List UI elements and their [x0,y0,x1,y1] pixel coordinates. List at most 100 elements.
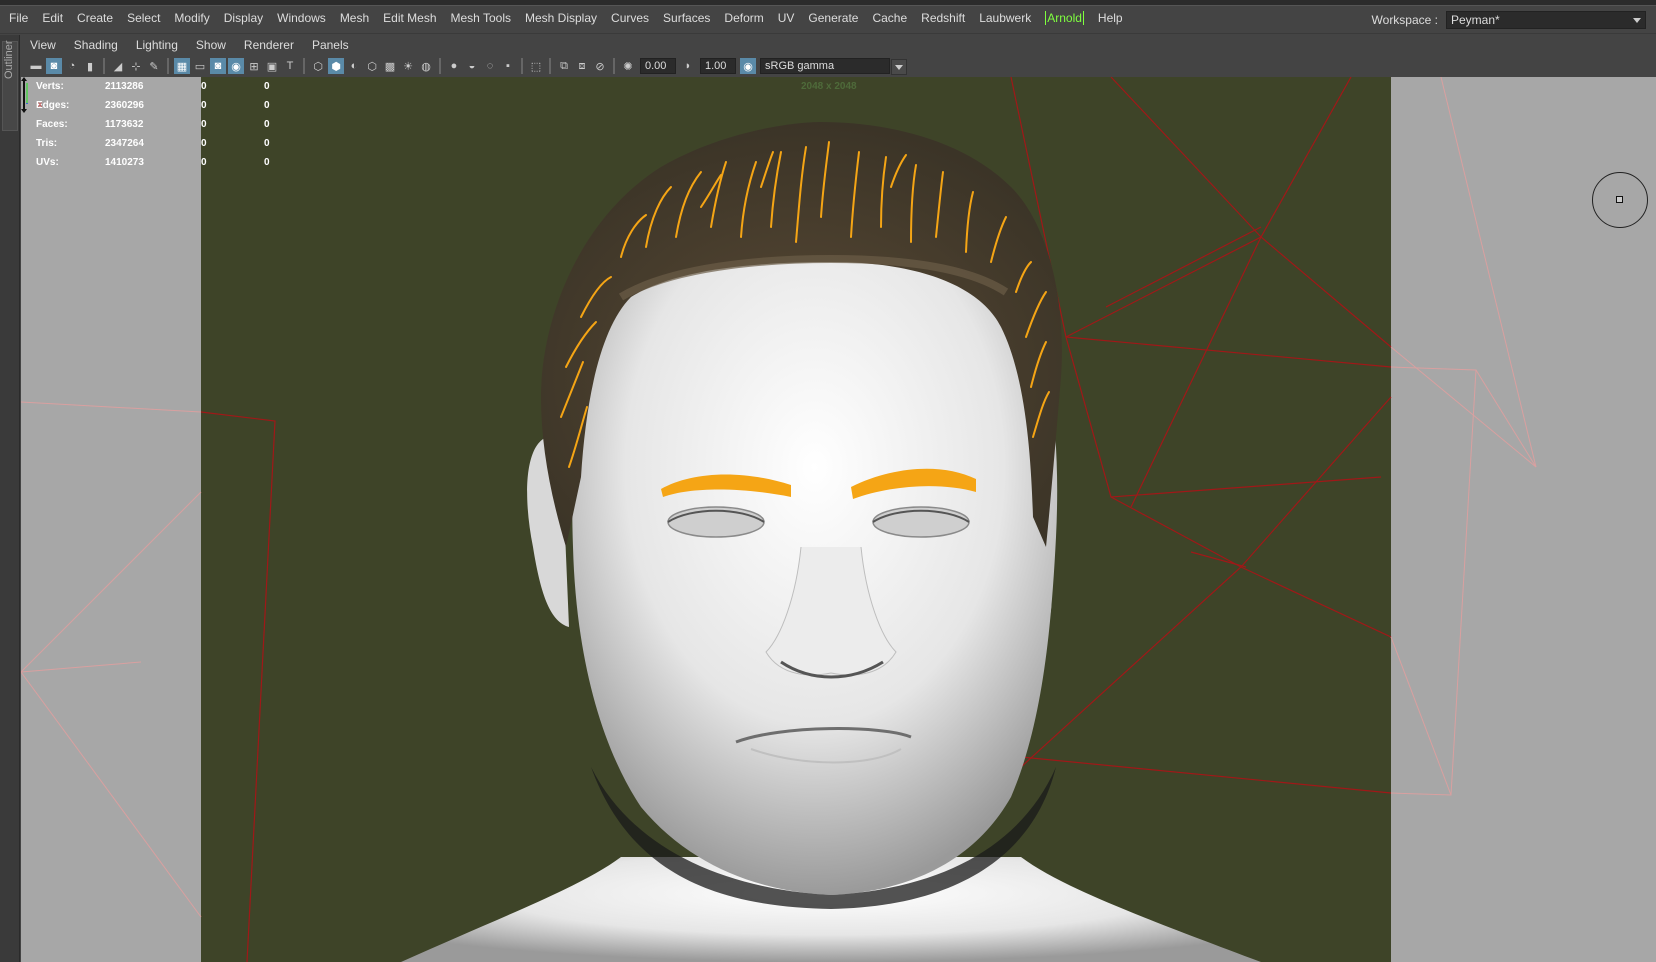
wireframe-icon[interactable]: ⬡ [310,58,326,74]
panel-menu-panels[interactable]: Panels [303,35,358,55]
hud-value: 0 [201,100,207,111]
menu-windows[interactable]: Windows [270,6,333,34]
shadows-icon[interactable]: ◍ [418,58,434,74]
exposure-field[interactable]: 0.00 [640,58,676,74]
chevron-down-icon [1633,18,1641,23]
xray-icon[interactable]: ⧉ [556,58,572,74]
select-camera-icon[interactable]: ▬ [28,58,44,74]
bookmark-icon[interactable]: ▮ [82,58,98,74]
menu-edit-mesh[interactable]: Edit Mesh [376,6,443,34]
menu-create[interactable]: Create [70,6,120,34]
toolbar-separator [549,58,551,74]
film-gate-icon[interactable]: ▭ [192,58,208,74]
toolbar-separator [103,58,105,74]
resolution-gate-icon[interactable]: ◙ [210,58,226,74]
image-plane-icon[interactable]: ◢ [110,58,126,74]
bookmarks-icon[interactable]: ◔ [64,58,80,74]
hud-value: 0 [264,100,270,111]
menu-cache[interactable]: Cache [865,6,914,34]
pivot-point-icon[interactable] [1616,196,1623,203]
color-management-icon[interactable]: ◉ [740,58,756,74]
color-space-value: sRGB gamma [765,60,835,72]
xray-joints-icon[interactable]: ⊘ [592,58,608,74]
menu-mesh-tools[interactable]: Mesh Tools [444,6,518,34]
menu-file[interactable]: File [2,6,35,34]
panel-menu-view[interactable]: View [21,35,65,55]
hud-value: 2360296 [105,100,144,111]
screen-space-ao-icon[interactable]: ● [446,58,462,74]
menu-laubwerk[interactable]: Laubwerk [972,6,1038,34]
grease-pencil-icon[interactable]: ✎ [146,58,162,74]
safe-action-icon[interactable]: ▣ [264,58,280,74]
main-menubar: File Edit Create Select Modify Display W… [0,6,1656,34]
menu-generate[interactable]: Generate [801,6,865,34]
chevron-down-icon[interactable] [891,59,907,75]
hud-value: 0 [264,138,270,149]
resize-cursor-icon [21,77,27,113]
wireframe-on-shaded-icon[interactable]: ⬡ [364,58,380,74]
menu-mesh[interactable]: Mesh [333,6,376,34]
panel-toolbar: ▬ ◙ ◔ ▮ ◢ ⊹ ✎ ▦ ▭ ◙ ◉ ⊞ ▣ T ⬡ ⬢ ◐ ⬡ ▩ ☀ … [21,55,1656,77]
panel-menu-show[interactable]: Show [187,35,235,55]
hud-value: 0 [264,81,270,92]
panel-menu-lighting[interactable]: Lighting [127,35,187,55]
menu-display[interactable]: Display [217,6,270,34]
camera-attributes-icon[interactable]: ◙ [46,58,62,74]
color-space-dropdown[interactable]: sRGB gamma [760,58,907,75]
motion-blur-icon[interactable]: ◒ [464,58,480,74]
viewport-scene [21,77,1537,962]
menu-uv[interactable]: UV [771,6,802,34]
hud-value: 0 [264,119,270,130]
hud-value: 0 [201,138,207,149]
menu-redshift[interactable]: Redshift [914,6,972,34]
xray-active-icon[interactable]: ⧈ [574,58,590,74]
hud-label: Faces: [36,119,68,130]
2d-pan-zoom-icon[interactable]: ⊹ [128,58,144,74]
menu-select[interactable]: Select [120,6,167,34]
panel-menu-shading[interactable]: Shading [65,35,127,55]
menu-curves[interactable]: Curves [604,6,656,34]
anti-aliasing-icon[interactable]: ◌ [482,58,498,74]
field-chart-icon[interactable]: ⊞ [246,58,262,74]
outliner-strip: Outliner [0,35,20,962]
hud-label: Tris: [36,138,58,149]
hud-value: 0 [201,157,207,168]
gamma-field[interactable]: 1.00 [700,58,736,74]
menu-deform[interactable]: Deform [717,6,770,34]
workspace-dropdown[interactable]: Peyman* [1446,11,1646,29]
menu-arnold[interactable]: Arnold [1038,6,1091,34]
textured-icon[interactable]: ▩ [382,58,398,74]
panel-menubar: View Shading Lighting Show Renderer Pane… [21,35,358,55]
hud-value: 2113286 [105,81,144,92]
3d-viewport[interactable]: 2048 x 2048 Verts: 2113286 0 0 Edges: 23… [21,77,1656,962]
menu-arnold-label: Arnold [1045,11,1084,25]
depth-of-field-icon[interactable]: ▪ [500,58,516,74]
outliner-label: Outliner [3,40,15,79]
menu-modify[interactable]: Modify [167,6,216,34]
gate-mask-icon[interactable]: ◉ [228,58,244,74]
use-all-lights-icon[interactable]: ☀ [400,58,416,74]
camera-pivot-manipulator[interactable] [1592,172,1648,228]
menu-list: File Edit Create Select Modify Display W… [2,6,1130,34]
hud-value: 0 [201,81,207,92]
menu-help[interactable]: Help [1091,6,1130,34]
menu-edit[interactable]: Edit [35,6,70,34]
isolate-select-icon[interactable]: ⬚ [528,58,544,74]
smooth-shade-icon[interactable]: ⬢ [328,58,344,74]
workspace-selector: Workspace : Peyman* [1372,10,1646,30]
menu-surfaces[interactable]: Surfaces [656,6,717,34]
hud-label: UVs: [36,157,59,168]
panel-menu-renderer[interactable]: Renderer [235,35,303,55]
workspace-value: Peyman* [1451,13,1500,27]
gamma-icon[interactable]: ◗ [680,58,696,74]
grid-icon[interactable]: ▦ [174,58,190,74]
menu-mesh-display[interactable]: Mesh Display [518,6,604,34]
toolbar-separator [521,58,523,74]
safe-title-icon[interactable]: T [282,58,298,74]
exposure-icon[interactable]: ✺ [620,58,636,74]
toolbar-separator [613,58,615,74]
toolbar-separator [167,58,169,74]
use-default-material-icon[interactable]: ◐ [346,58,362,74]
hud-value: 2347264 [105,138,144,149]
hud-value: 0 [264,157,270,168]
